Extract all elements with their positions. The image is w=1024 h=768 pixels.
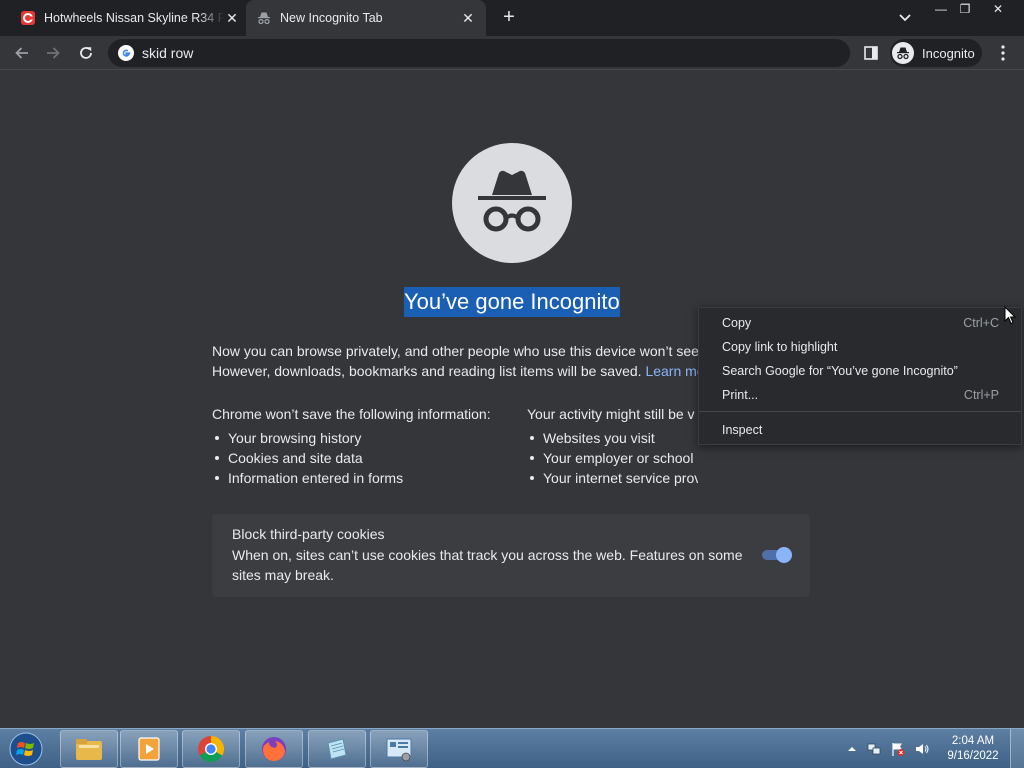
tab-title: New Incognito Tab [280,11,383,25]
tab-strip: Hotwheels Nissan Skyline R34 Fr ✕ New In… [0,0,1024,36]
forward-arrow-icon [47,47,60,59]
context-menu-item-search-google[interactable]: Search Google for “You’ve gone Incognito… [699,360,1021,382]
menu-item-shortcut: Ctrl+P [963,388,999,402]
tab-close-icon[interactable]: ✕ [460,10,476,26]
cookie-card-description: When on, sites can’t use cookies that tr… [232,547,743,583]
address-bar[interactable] [108,39,850,67]
context-menu-item-copy-link-to-highlight[interactable]: Copy link to highlight [699,336,1021,358]
context-menu: Copy Ctrl+C Copy link to highlight Searc… [698,307,1022,445]
control-panel-icon [386,738,412,762]
menu-item-label: Copy [722,316,752,330]
notepad-icon [327,738,347,760]
maximize-button[interactable]: ❐ [952,0,978,18]
taskbar-firefox[interactable] [245,730,303,768]
list-item: Information entered in forms [212,468,512,488]
context-menu-item-print[interactable]: Print... Ctrl+P [699,384,1021,406]
page-title: You’ve gone Incognito [404,287,620,317]
show-desktop-button[interactable] [1010,729,1024,768]
intro-line-1: Now you can browse privately, and other … [212,343,699,359]
clock-time: 2:04 AM [951,735,995,747]
tab-close-icon[interactable]: ✕ [224,10,240,26]
omnibox-input[interactable] [142,45,792,61]
windows-taskbar: 2:04 AM 9/16/2022 [0,728,1024,768]
minimize-button[interactable]: — [928,0,954,18]
mouse-cursor-icon [1004,306,1016,325]
new-tab-button[interactable]: + [498,6,520,28]
reload-button[interactable] [73,40,99,66]
tab-new-incognito[interactable]: New Incognito Tab ✕ [246,0,486,36]
list-item: Cookies and site data [212,448,512,468]
list-item: Your employer or school [527,448,698,468]
wont-save-title: Chrome won’t save the following informat… [212,406,491,422]
browser-menu-button[interactable] [994,42,1012,64]
wont-save-list: Your browsing history Cookies and site d… [212,428,512,488]
third-party-cookies-card: Block third-party cookies When on, sites… [212,514,810,597]
incognito-label: Incognito [922,45,975,61]
taskbar-file-explorer[interactable] [60,730,118,768]
kebab-menu-icon [1001,45,1005,61]
toggle-knob [776,547,792,563]
incognito-profile-chip[interactable]: Incognito [890,39,982,67]
close-window-button[interactable]: ✕ [978,0,1018,18]
back-arrow-icon [15,47,28,59]
browser-toolbar: Incognito [0,36,1024,70]
reload-icon [80,47,92,59]
list-item: Your internet service provider [527,468,698,488]
menu-item-label: Print... [722,388,759,402]
taskbar-chrome[interactable] [182,730,240,768]
show-hidden-icons-arrow[interactable] [844,741,860,757]
context-menu-item-inspect[interactable]: Inspect [699,419,1021,441]
start-button[interactable] [4,731,48,767]
forward-button[interactable] [40,40,66,66]
firefox-icon [262,737,286,762]
media-player-icon [138,737,160,761]
windows-start-orb-icon [9,732,43,766]
taskbar-clock[interactable]: 2:04 AM 9/16/2022 [938,734,1008,764]
side-panel-icon [864,46,878,60]
incognito-hero-icon [452,143,572,263]
back-button[interactable] [9,40,35,66]
intro-line-2-text: However, downloads, bookmarks and readin… [212,363,642,379]
google-g-icon [118,45,134,61]
clock-date: 9/16/2022 [947,750,999,762]
menu-divider [699,411,1021,412]
learn-more-link[interactable]: Learn more [645,363,700,379]
list-item: Websites you visit [527,428,698,448]
chevron-down-icon[interactable] [894,8,916,28]
context-menu-item-copy[interactable]: Copy Ctrl+C [699,312,1021,334]
tab-hotwheels[interactable]: Hotwheels Nissan Skyline R34 Fr ✕ [14,0,246,36]
action-center-flag-icon[interactable] [890,741,906,757]
menu-item-label: Copy link to highlight [722,340,838,354]
block-cookies-toggle[interactable] [760,546,794,564]
menu-item-label: Inspect [722,423,763,437]
taskbar-control-panel[interactable] [370,730,428,768]
intro-line-2: However, downloads, bookmarks and readin… [212,361,700,381]
taskbar-media-player[interactable] [120,730,178,768]
menu-item-label: Search Google for “You’ve gone Incognito… [722,364,958,378]
still-visible-title: Your activity might still be v [527,406,695,422]
still-visible-list: Websites you visit Your employer or scho… [527,428,698,488]
network-icon[interactable] [866,741,882,757]
red-c-app-icon [21,11,35,25]
wont-save-column: Chrome won’t save the following informat… [212,404,512,488]
list-item: Your browsing history [212,428,512,448]
tab-title: Hotwheels Nissan Skyline R34 Fr [44,11,224,25]
menu-item-shortcut: Ctrl+C [963,316,999,330]
incognito-avatar-icon [892,42,914,64]
side-panel-button[interactable] [860,42,882,64]
cookie-card-title: Block third-party cookies [232,526,385,542]
taskbar-notepad[interactable] [308,730,366,768]
incognito-icon [258,12,270,25]
still-visible-column: Your activity might still be v Websites … [527,404,698,488]
intro-text: Now you can browse privately, and other … [212,341,700,381]
chrome-icon [198,735,225,763]
volume-icon[interactable] [914,741,930,757]
file-explorer-icon [76,739,102,760]
